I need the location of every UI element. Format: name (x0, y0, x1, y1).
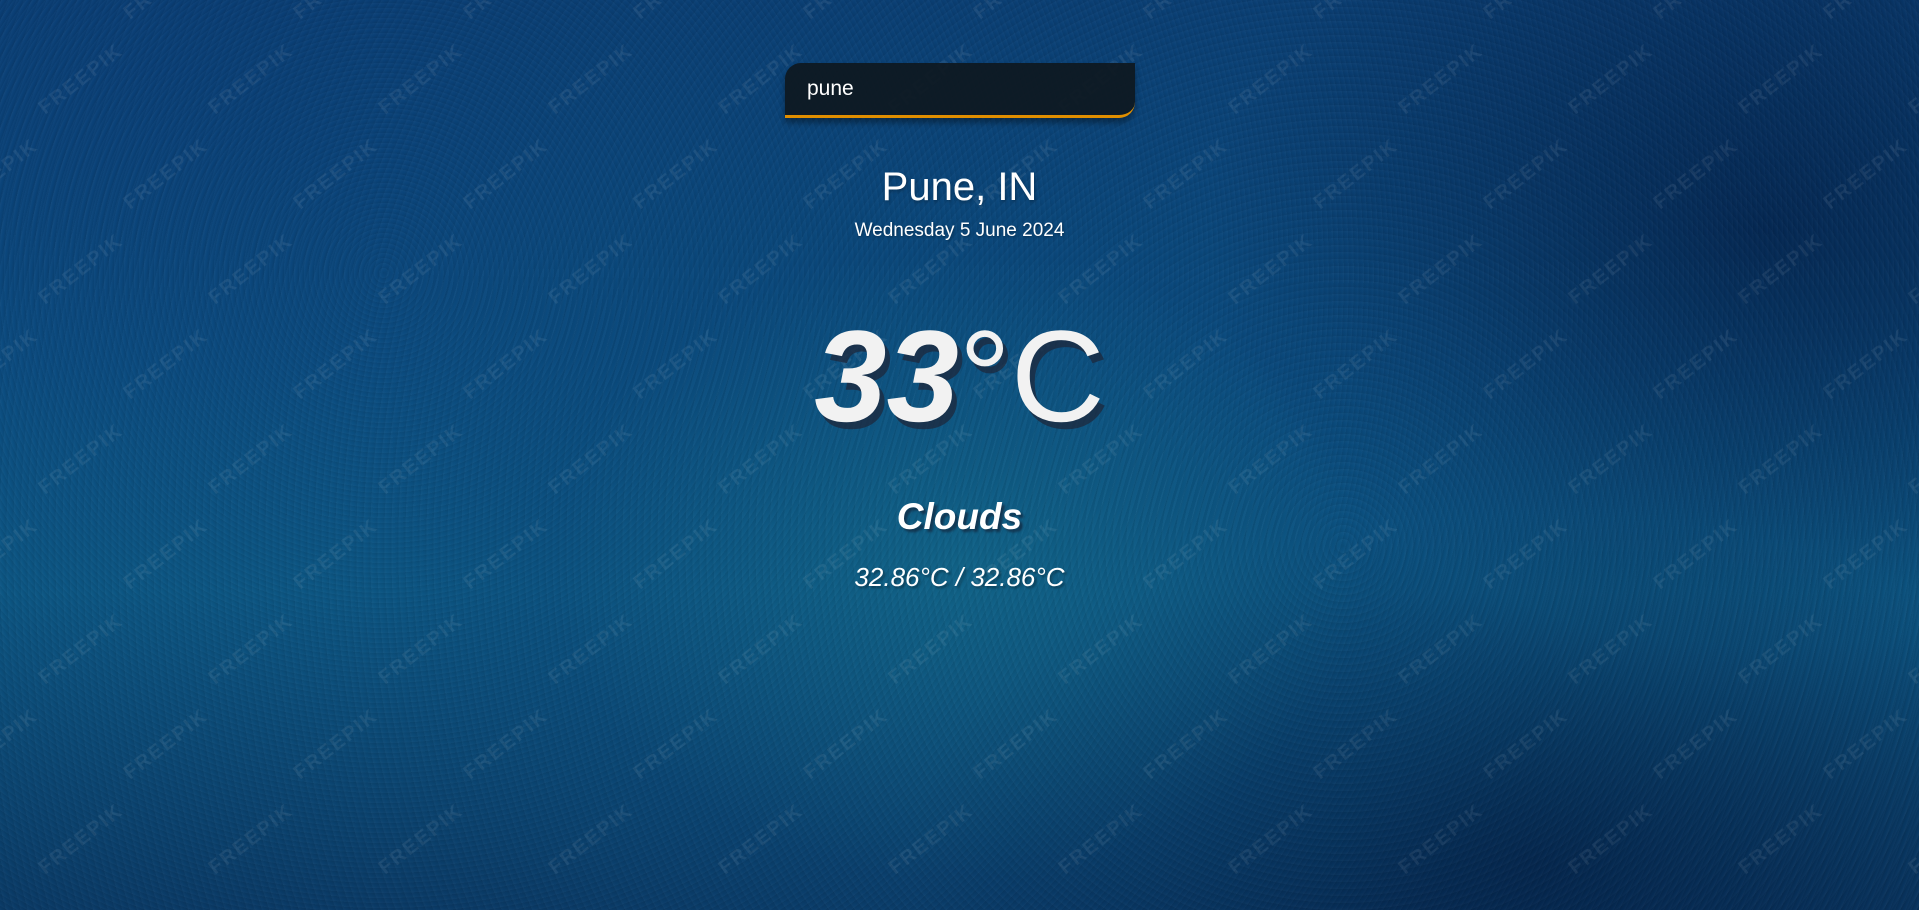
search-input[interactable] (805, 76, 1115, 102)
temperature-display: 33°C (0, 306, 1919, 446)
weather-app: Pune, IN Wednesday 5 June 2024 33°C Clou… (0, 0, 1919, 910)
temperature-range: 32.86°C / 32.86°C (854, 562, 1065, 592)
current-date: Wednesday 5 June 2024 (854, 220, 1065, 241)
weather-condition: Clouds (896, 496, 1023, 537)
temperature-value: 33 (814, 303, 959, 449)
location-name: Pune, IN (881, 165, 1038, 209)
temperature-unit: °C (958, 303, 1105, 449)
search-box[interactable] (785, 63, 1135, 118)
